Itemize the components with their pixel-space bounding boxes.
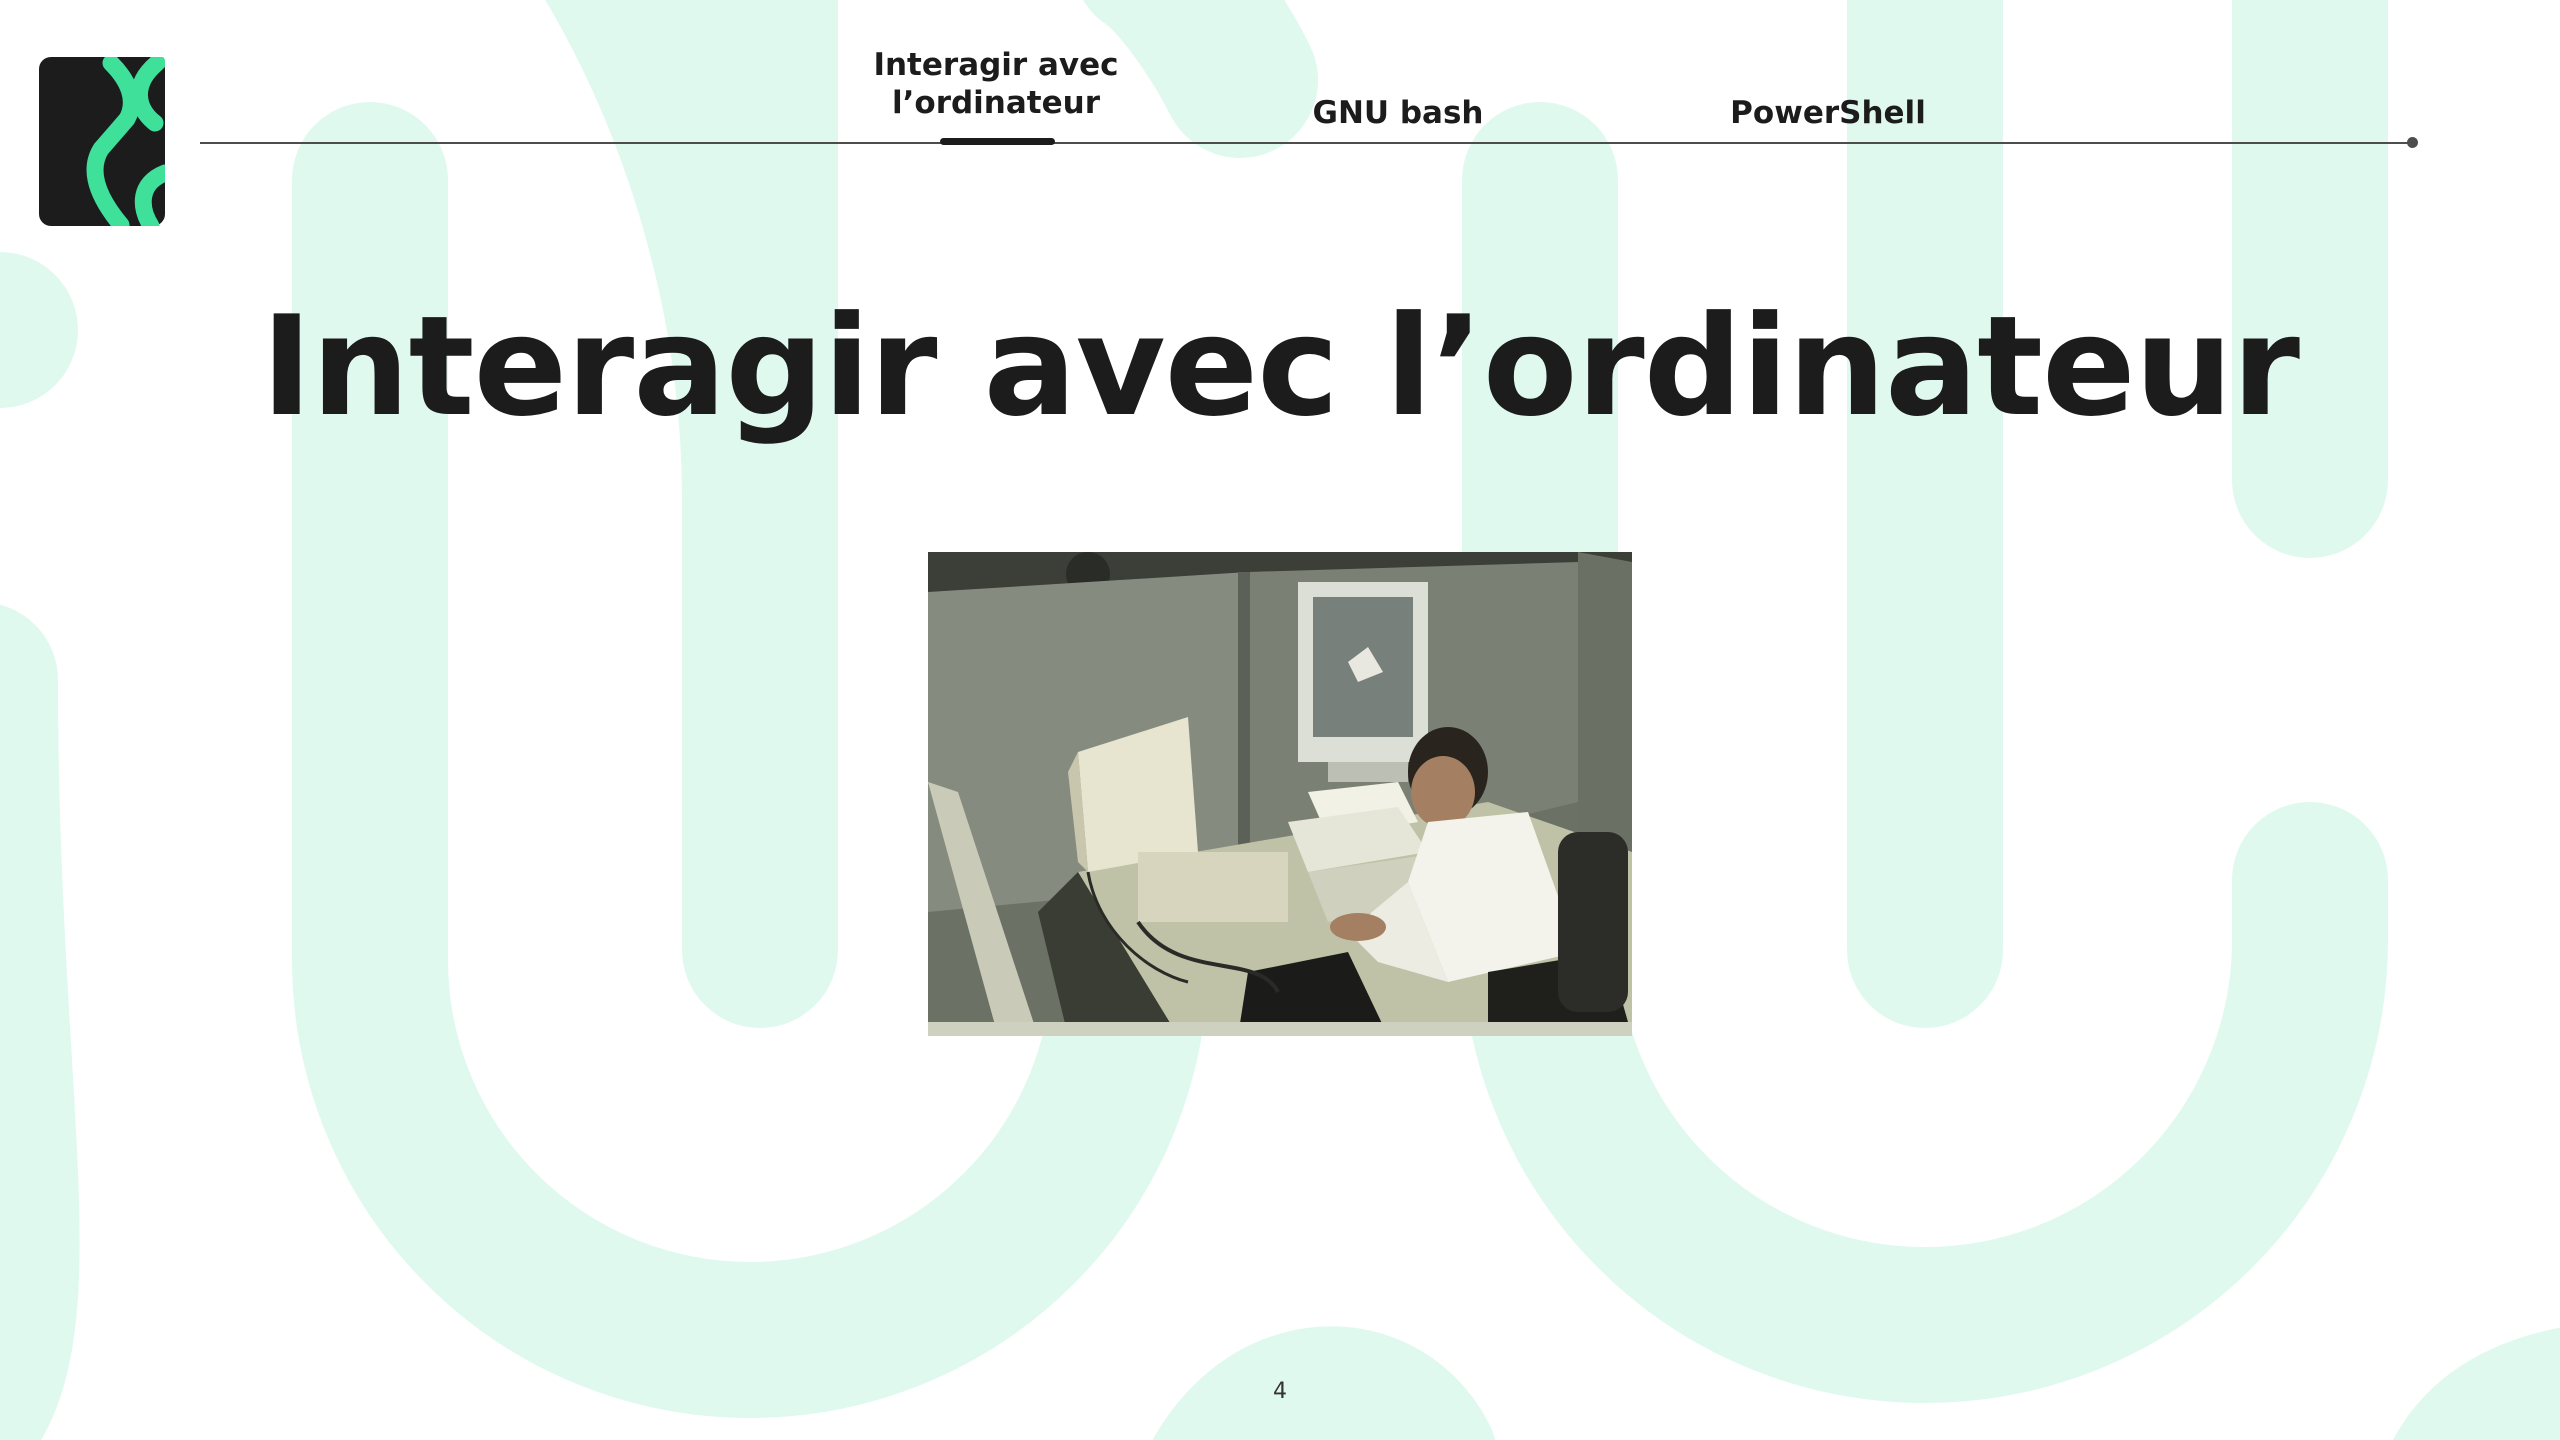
nav-item-gnu-bash[interactable]: GNU bash — [1240, 94, 1556, 132]
nav-item-powershell[interactable]: PowerShell — [1658, 94, 1998, 132]
nav-item-interagir[interactable]: Interagir avec l’ordinateur — [856, 46, 1136, 122]
dot-icon — [2407, 137, 2418, 148]
nav-item-label: GNU bash — [1312, 95, 1484, 131]
nav-item-label: PowerShell — [1730, 95, 1926, 131]
nav-item-label-line: Interagir avec — [873, 47, 1119, 83]
page-number: 4 — [1273, 1379, 1287, 1404]
chevron-logo-icon[interactable] — [39, 57, 165, 226]
nav-item-label-line: l’ordinateur — [892, 85, 1100, 121]
nav-active-indicator — [940, 138, 1055, 145]
slide-title: Interagir avec l’ordinateur — [261, 286, 2300, 447]
nav-divider-line — [200, 142, 2412, 144]
office-photo-illustration — [928, 552, 1632, 1036]
office-photo — [928, 552, 1632, 1036]
